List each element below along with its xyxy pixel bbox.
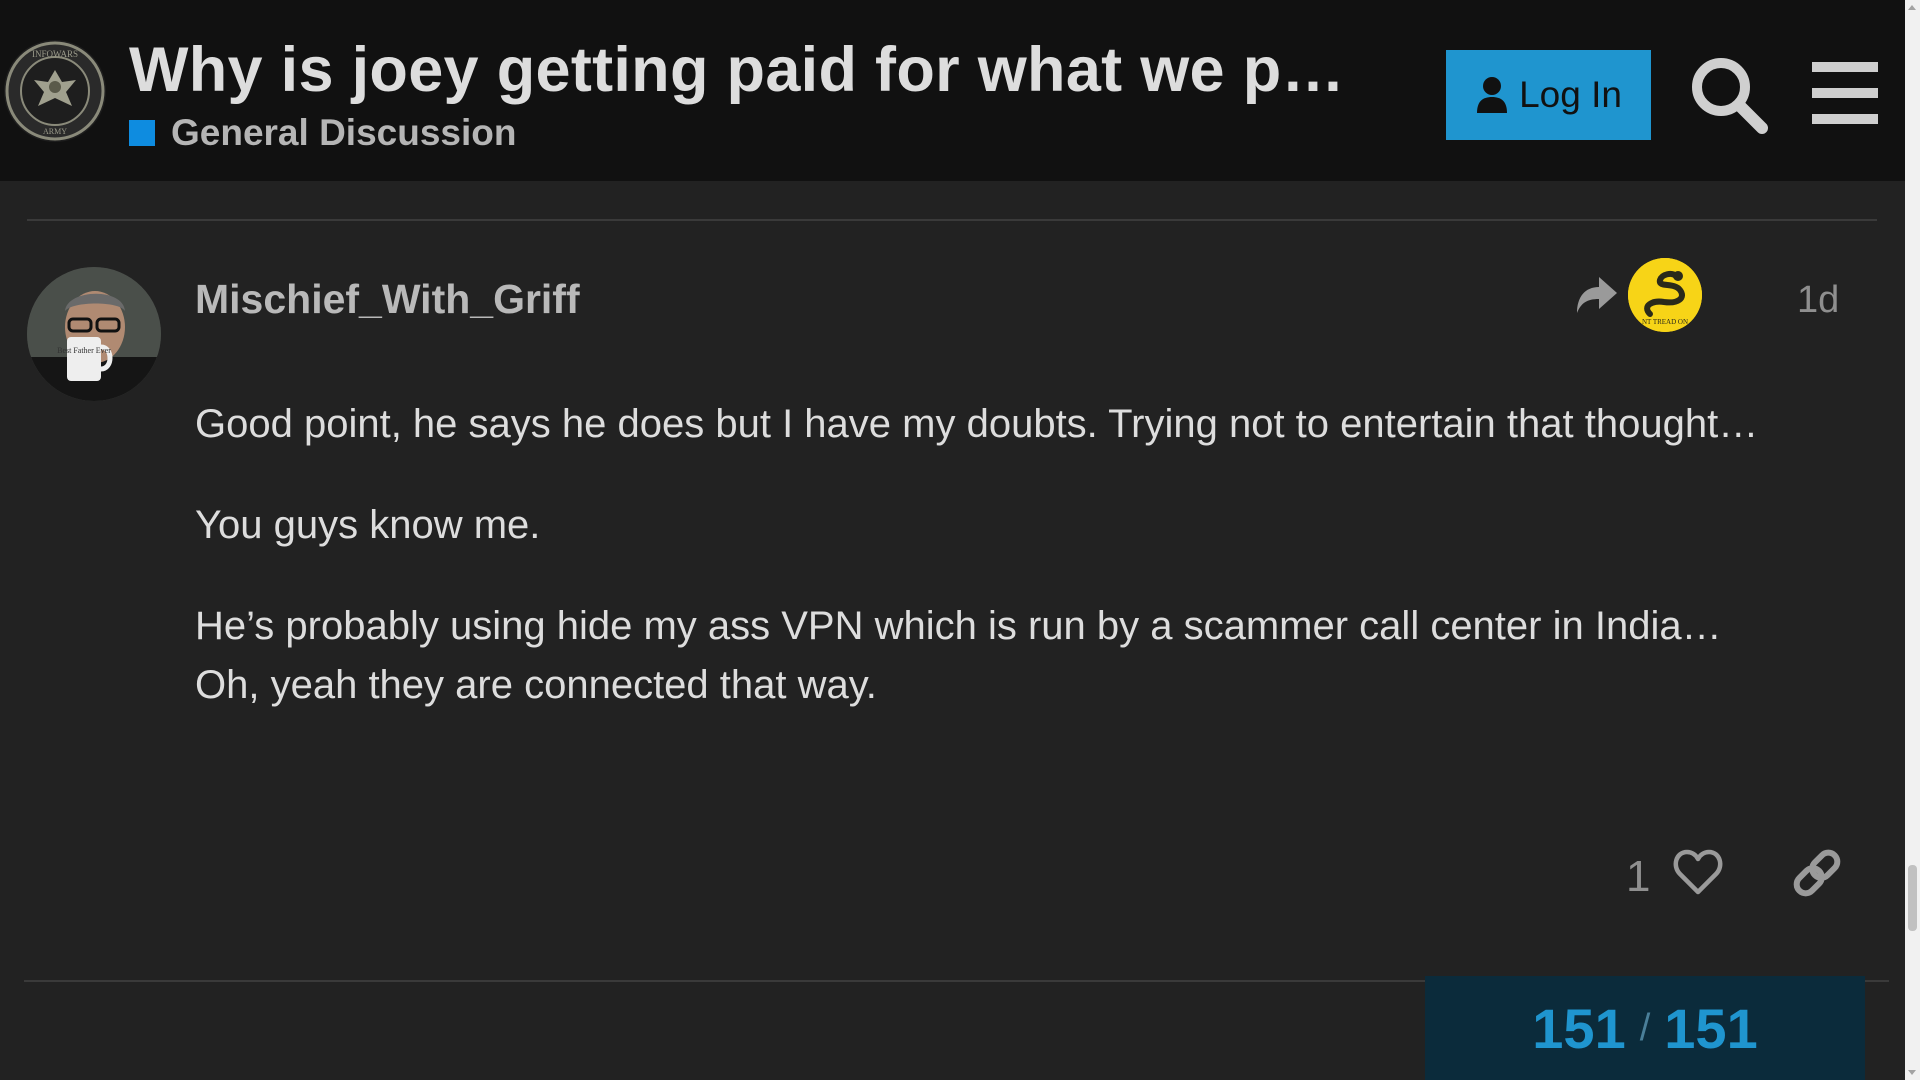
progress-total: 151 <box>1664 996 1758 1060</box>
scroll-up-arrow-icon[interactable] <box>1908 5 1916 10</box>
post-divider-top <box>27 219 1877 221</box>
user-flair-badge[interactable]: NT TREAD ON <box>1628 258 1702 332</box>
post-paragraph: Good point, he says he does but I have m… <box>195 402 1759 446</box>
like-button[interactable] <box>1672 846 1724 898</box>
army-seal-icon: INFOWARS ARMY <box>5 41 105 141</box>
login-button[interactable]: Log In <box>1446 50 1651 140</box>
post-line: Oh, yeah they are connected that way. <box>195 663 877 707</box>
post-paragraph: He’s probably using hide my ass VPN whic… <box>195 597 1845 715</box>
svg-text:INFOWARS: INFOWARS <box>32 49 78 59</box>
svg-text:NT TREAD ON: NT TREAD ON <box>1642 318 1688 326</box>
menu-bar <box>1812 62 1878 72</box>
menu-bar <box>1812 88 1878 98</box>
category-color-swatch <box>129 120 155 146</box>
share-link-button[interactable] <box>1790 846 1844 900</box>
vertical-scrollbar[interactable] <box>1905 0 1920 1080</box>
reply-arrow-icon[interactable] <box>1575 275 1619 315</box>
progress-current: 151 <box>1532 996 1626 1060</box>
heart-icon <box>1673 849 1723 895</box>
avatar-photo: Best Father Ever <box>27 267 161 401</box>
login-label: Log In <box>1519 74 1622 115</box>
user-icon <box>1477 77 1508 113</box>
menu-bar <box>1812 114 1878 124</box>
category-label: General Discussion <box>171 112 517 153</box>
category-badge[interactable]: General Discussion <box>129 112 516 154</box>
svg-text:Best Father Ever: Best Father Ever <box>57 346 111 355</box>
scroll-down-arrow-icon[interactable] <box>1908 1070 1916 1075</box>
page: INFOWARS ARMY Why is joey getting paid f… <box>0 0 1920 1080</box>
user-avatar[interactable]: Best Father Ever <box>27 267 161 401</box>
hamburger-menu-button[interactable] <box>1812 62 1878 124</box>
post-username[interactable]: Mischief_With_Griff <box>195 276 580 323</box>
post-date[interactable]: 1d <box>1797 279 1839 322</box>
topic-title[interactable]: Why is joey getting paid for what we p… <box>129 34 1345 106</box>
post-body: Good point, he says he does but I have m… <box>195 395 1845 715</box>
svg-text:ARMY: ARMY <box>43 127 67 136</box>
post-line: He’s probably using hide my ass VPN whic… <box>195 604 1722 648</box>
topic-progress-indicator[interactable]: 151 / 151 <box>1425 976 1865 1080</box>
search-icon <box>1692 58 1768 134</box>
progress-separator: / <box>1639 1006 1651 1049</box>
site-header: INFOWARS ARMY Why is joey getting paid f… <box>0 0 1905 181</box>
link-icon <box>1793 849 1841 897</box>
search-button[interactable] <box>1688 54 1770 136</box>
post-paragraph: You guys know me. <box>195 503 541 547</box>
site-logo[interactable]: INFOWARS ARMY <box>4 40 106 142</box>
gadsden-snake-icon: NT TREAD ON <box>1628 258 1702 332</box>
scrollbar-thumb[interactable] <box>1908 865 1917 931</box>
like-count[interactable]: 1 <box>1626 852 1650 902</box>
